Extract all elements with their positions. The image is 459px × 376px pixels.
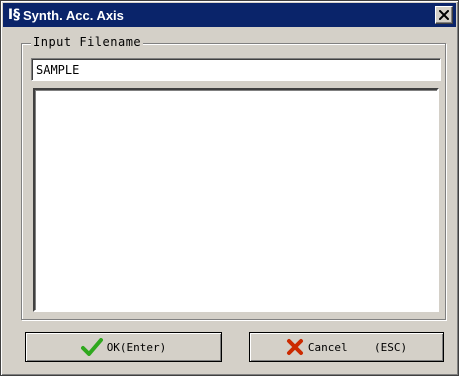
ok-button[interactable]: OK(Enter) <box>25 332 222 362</box>
cancel-button[interactable]: Cancel (ESC) <box>249 332 444 362</box>
ok-button-label: OK(Enter) <box>106 340 167 354</box>
close-button[interactable] <box>435 6 453 24</box>
dialog-window: I§ Synth. Acc. Axis Input Filename OK(En… <box>0 0 459 376</box>
filename-input[interactable] <box>31 58 441 81</box>
group-label: Input Filename <box>31 34 144 50</box>
checkmark-icon <box>80 338 103 356</box>
cancel-button-label: Cancel (ESC) <box>307 340 408 354</box>
window-title: Synth. Acc. Axis <box>23 7 124 23</box>
file-list[interactable] <box>33 88 439 312</box>
title-bar[interactable]: I§ Synth. Acc. Axis <box>3 3 456 27</box>
x-icon <box>286 338 304 356</box>
close-icon <box>439 10 449 20</box>
app-icon: I§ <box>7 7 21 23</box>
